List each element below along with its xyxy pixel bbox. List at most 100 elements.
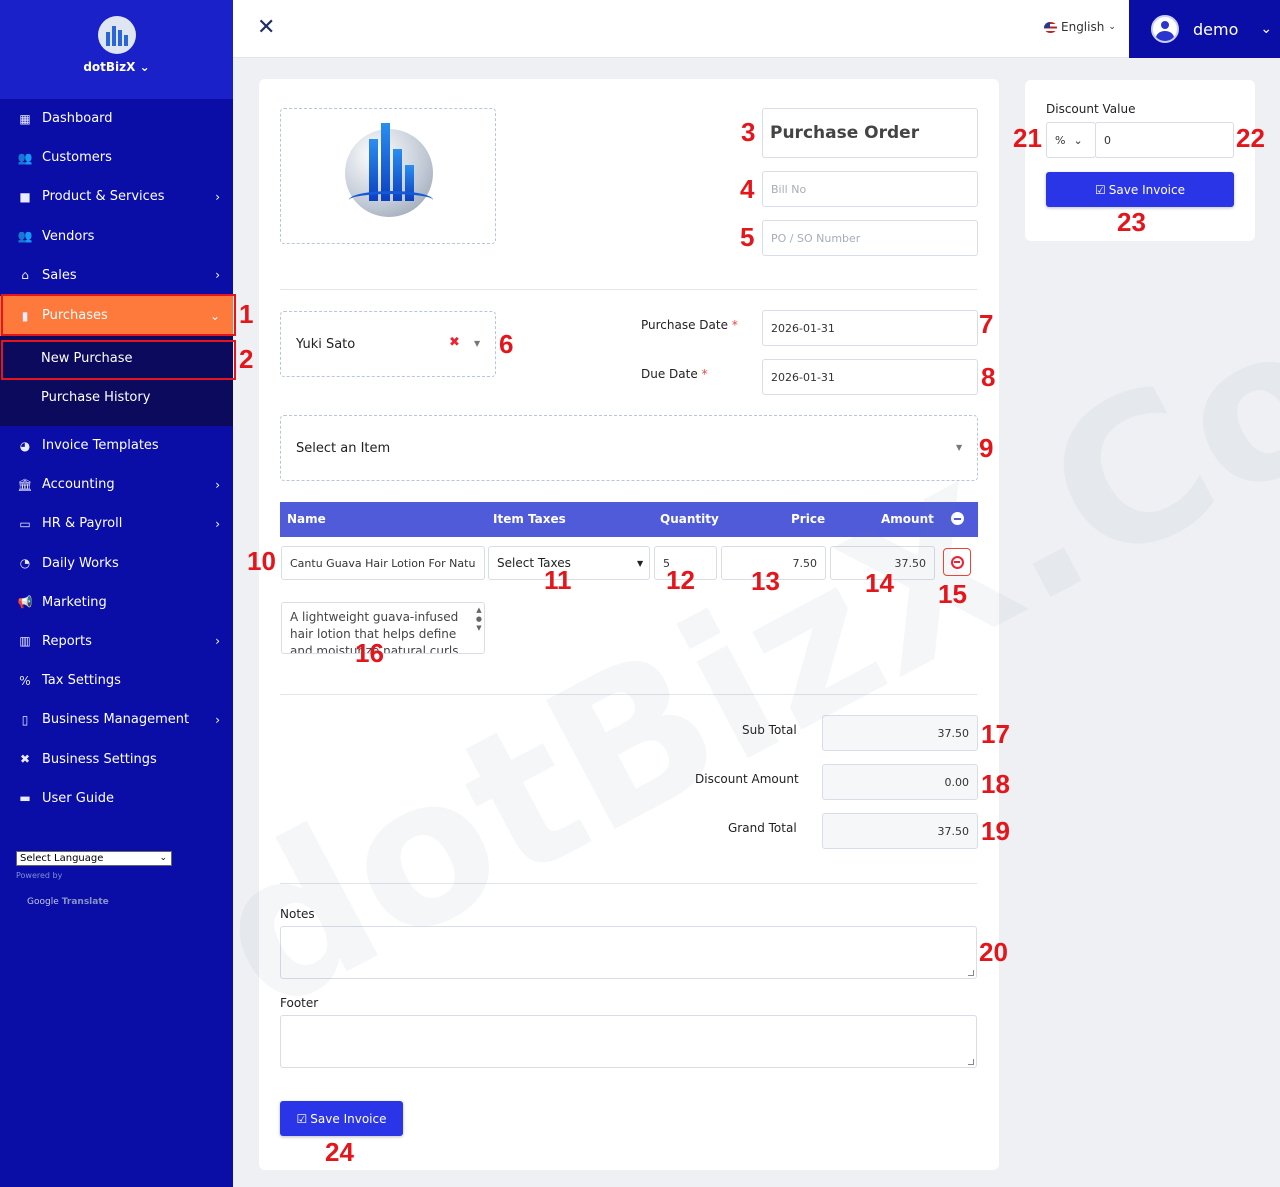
scrollbar[interactable]: ▲ ● ▼ — [476, 606, 482, 633]
close-icon[interactable]: ✕ — [257, 15, 275, 40]
sidebar-item-business-management[interactable]: ▯ Business Management › — [0, 700, 233, 739]
sidebar-item-vendors[interactable]: 👥 Vendors — [0, 217, 233, 256]
chevron-right-icon: › — [215, 477, 220, 492]
language-dropdown[interactable]: English ⌄ — [1044, 20, 1116, 34]
dashboard-icon: ▦ — [19, 111, 31, 126]
vendor-name: Yuki Sato — [296, 336, 356, 352]
tools-icon: ✖ — [19, 752, 31, 767]
vendor-select[interactable]: Yuki Sato ✖ ▼ — [280, 311, 496, 377]
language-select[interactable]: Select Language ⌄ — [16, 851, 172, 866]
topbar: ✕ English ⌄ demo ⌄ — [233, 0, 1280, 58]
annotation-3: 3 — [741, 117, 756, 147]
chevron-right-icon: › — [215, 634, 220, 649]
delete-row-button[interactable] — [943, 548, 971, 576]
due-date-input[interactable]: 2026-01-31 — [762, 359, 978, 395]
us-flag-icon — [1044, 21, 1057, 33]
sidebar-item-business-settings[interactable]: ✖ Business Settings — [0, 739, 233, 778]
annotation-21: 21 — [1013, 123, 1042, 153]
sidebar-subitem-purchase-history[interactable]: Purchase History — [0, 378, 233, 417]
sidebar-item-daily-works[interactable]: ◔ Daily Works — [0, 544, 233, 583]
grand-total-value: 37.50 — [937, 824, 970, 838]
user-menu[interactable]: demo ⌄ — [1129, 0, 1280, 58]
annotation-4: 4 — [740, 174, 755, 204]
sidebar-item-accounting[interactable]: 🏛 Accounting › — [0, 465, 233, 504]
google-label: Google — [27, 897, 59, 907]
brand[interactable]: dotBizX ⌄ — [0, 0, 233, 99]
sidebar-item-tax-settings[interactable]: % Tax Settings — [0, 661, 233, 700]
sidebar-item-label: Sales — [42, 267, 77, 283]
annotation-1: 1 — [239, 299, 254, 329]
po-number-placeholder: PO / SO Number — [771, 231, 861, 245]
save-invoice-label: Save Invoice — [1108, 182, 1185, 197]
sidebar-item-label: Tax Settings — [42, 673, 121, 689]
discount-type-select[interactable]: % ⌄ — [1046, 122, 1096, 158]
remove-all-icon[interactable] — [951, 512, 964, 525]
annotation-18: 18 — [981, 769, 1010, 799]
annotation-16: 16 — [355, 638, 384, 668]
sidebar-item-dashboard[interactable]: ▦ Dashboard — [0, 99, 233, 138]
annotation-14: 14 — [865, 568, 894, 598]
sidebar-item-reports[interactable]: ▥ Reports › — [0, 622, 233, 661]
discount-value-input[interactable]: 0 — [1095, 122, 1234, 158]
item-select[interactable]: Select an Item ▼ — [280, 415, 978, 481]
header-amount: Amount — [881, 512, 934, 526]
clear-icon[interactable]: ✖ — [449, 335, 460, 350]
check-square-icon: ☑ — [296, 1111, 308, 1126]
header-taxes: Item Taxes — [493, 512, 566, 526]
footer-textarea[interactable] — [280, 1015, 977, 1068]
chevron-right-icon: › — [215, 268, 220, 283]
annotation-11: 11 — [544, 565, 572, 595]
purchase-form-card: Purchase Order Bill No PO / SO Number Yu… — [259, 79, 999, 1170]
divider — [280, 883, 977, 884]
caret-down-icon: ▼ — [637, 559, 644, 568]
annotation-13: 13 — [751, 566, 780, 596]
sub-total-field: 37.50 — [822, 715, 978, 751]
sidebar-item-label: Accounting — [42, 477, 115, 493]
document-title-input[interactable]: Purchase Order — [762, 108, 978, 158]
sidebar-item-product-services[interactable]: ■ Product & Services › — [0, 177, 233, 216]
sidebar-item-hr-payroll[interactable]: ▭ HR & Payroll › — [0, 504, 233, 543]
users-icon: 👥 — [17, 150, 33, 165]
discount-type-value: % — [1055, 133, 1066, 147]
purchase-date-value: 2026-01-31 — [771, 321, 835, 335]
chevron-right-icon: › — [215, 516, 220, 531]
annotation-10: 10 — [247, 546, 276, 576]
discount-value: 0 — [1104, 133, 1111, 147]
basket-icon: ⌂ — [21, 268, 29, 283]
bill-no-input[interactable]: Bill No — [762, 171, 978, 207]
bank-icon: 🏛 — [17, 477, 33, 492]
item-name-input[interactable]: Cantu Guava Hair Lotion For Natu — [281, 546, 485, 580]
sidebar-item-invoice-templates[interactable]: ◕ Invoice Templates — [0, 426, 233, 465]
sub-total-value: 37.50 — [937, 726, 970, 740]
sidebar-item-user-guide[interactable]: ▬ User Guide — [0, 779, 233, 818]
sidebar-item-marketing[interactable]: 📢 Marketing — [0, 583, 233, 622]
save-invoice-label: Save Invoice — [310, 1111, 387, 1126]
sidebar-item-label: Business Management — [42, 712, 190, 728]
sidebar-item-label: Product & Services — [42, 189, 165, 205]
annotation-12: 12 — [666, 565, 695, 595]
book-icon: ▬ — [19, 791, 31, 806]
clock-icon: ◔ — [19, 556, 31, 571]
sidebar-item-sales[interactable]: ⌂ Sales › — [0, 256, 233, 295]
annotation-8: 8 — [981, 362, 996, 392]
notes-textarea[interactable] — [280, 926, 977, 979]
company-logo-icon — [345, 123, 433, 217]
po-number-input[interactable]: PO / SO Number — [762, 220, 978, 256]
google-translate-link[interactable]: Google Translate — [27, 897, 109, 907]
annotation-7: 7 — [979, 309, 994, 339]
save-invoice-button[interactable]: ☑ Save Invoice — [280, 1101, 403, 1136]
chevron-down-icon: ⌄ — [159, 853, 167, 863]
purchase-date-input[interactable]: 2026-01-31 — [762, 310, 978, 346]
annotation-19: 19 — [981, 816, 1010, 846]
header-name: Name — [287, 512, 326, 526]
chevron-down-icon: ⌄ — [1260, 21, 1273, 37]
item-select-placeholder: Select an Item — [296, 440, 391, 456]
company-logo-upload[interactable] — [280, 108, 496, 244]
purchase-date-label: Purchase Date * — [641, 318, 738, 332]
discount-amount-field: 0.00 — [822, 764, 978, 800]
sidebar-item-customers[interactable]: 👥 Customers — [0, 138, 233, 177]
sidebar-item-label: Vendors — [42, 228, 95, 244]
amount-value: 37.50 — [894, 556, 927, 570]
save-invoice-button-top[interactable]: ☑ Save Invoice — [1046, 172, 1234, 207]
annotation-23: 23 — [1117, 207, 1146, 237]
